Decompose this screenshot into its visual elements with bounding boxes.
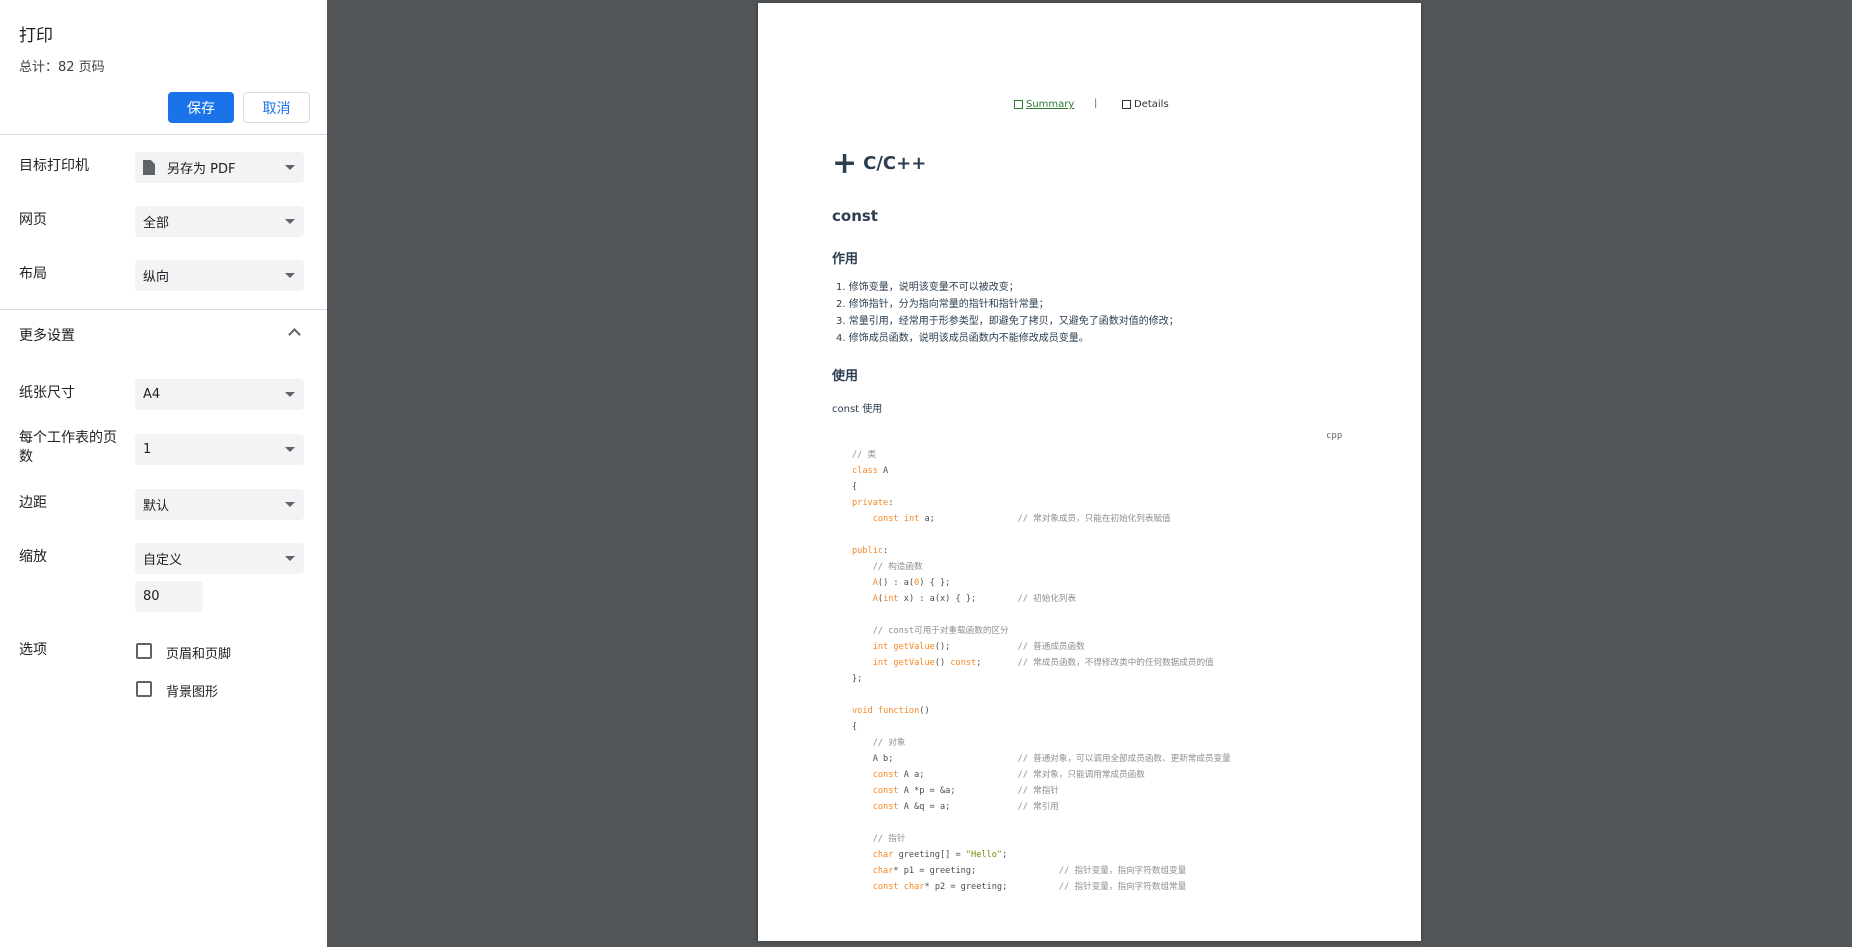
nav-separator: | — [1094, 98, 1098, 109]
code-line: }; — [852, 674, 863, 685]
chevron-down-icon — [285, 165, 295, 170]
chevron-down-icon — [285, 219, 295, 224]
pages-per-sheet-select[interactable]: 1 — [135, 434, 304, 465]
destination-label: 目标打印机 — [19, 158, 89, 174]
nav-details-label: Details — [1134, 99, 1169, 110]
dialog-title: 打印 — [19, 26, 53, 46]
margins-value: 默认 — [143, 499, 170, 514]
chevron-up-icon[interactable] — [288, 328, 301, 341]
open-book-icon — [1122, 100, 1131, 109]
options-label: 选项 — [19, 642, 47, 658]
print-settings-panel: 打印 总计：82 页码 保存 取消 目标打印机 另存为 PDF 网页 全部 布局… — [0, 0, 327, 947]
scale-select[interactable]: 自定义 — [135, 543, 304, 574]
headers-footers-checkbox[interactable] — [136, 643, 152, 659]
purpose-list: 1. 修饰变量，说明该变量不可以被改变； 2. 修饰指针，分为指向常量的指针和指针… — [836, 279, 1179, 347]
pages-value: 全部 — [143, 216, 170, 231]
doc-heading-2: const — [832, 207, 878, 225]
list-item: 2. 修饰指针，分为指向常量的指针和指针常量； — [836, 299, 1049, 310]
chevron-down-icon — [285, 447, 295, 452]
pages-label: 网页 — [19, 212, 47, 228]
book-icon — [1014, 100, 1023, 109]
code-line: const A &q = a; // 常引用 — [872, 802, 1059, 813]
layout-value: 纵向 — [143, 270, 170, 285]
divider — [0, 134, 327, 135]
code-line: char* p1 = greeting; // 指针变量，指向字符数组变量 — [872, 866, 1187, 877]
print-preview-page: Summary | Details + C/C++ const 作用 1. 修饰… — [758, 3, 1421, 941]
code-line: const A a; // 常对象，只能调用常成员函数 — [872, 770, 1145, 781]
code-line: A b; // 普通对象，可以调用全部成员函数、更新常成员变量 — [852, 754, 1231, 765]
code-line: public: — [852, 546, 889, 557]
pages-per-sheet-label: 每个工作表的页数 — [19, 430, 117, 465]
code-line: const A *p = &a; // 常指针 — [872, 786, 1059, 797]
nav-details-link[interactable]: Details — [1122, 99, 1169, 110]
code-line: class A — [852, 466, 889, 477]
paper-size-label: 纸张尺寸 — [19, 385, 75, 401]
code-line: // 指针 — [872, 834, 906, 845]
section-purpose-heading: 作用 — [832, 252, 859, 267]
code-line: private: — [852, 498, 894, 509]
chevron-down-icon — [285, 392, 295, 397]
code-line: { — [852, 722, 858, 733]
doc-heading-1-text: C/C++ — [863, 153, 927, 174]
divider — [0, 309, 327, 310]
pages-select[interactable]: 全部 — [135, 206, 304, 237]
layout-label: 布局 — [19, 266, 47, 282]
section-usage-heading: 使用 — [832, 369, 859, 384]
code-line: // 构造函数 — [872, 562, 923, 573]
code-line: { — [852, 482, 858, 493]
code-line: char greeting[] = "Hello"; — [872, 850, 1008, 861]
destination-select[interactable]: 另存为 PDF — [135, 152, 304, 183]
code-line: // const可用于对重载函数的区分 — [872, 626, 1009, 637]
margins-select[interactable]: 默认 — [135, 489, 304, 520]
chevron-down-icon — [285, 556, 295, 561]
more-settings-label[interactable]: 更多设置 — [19, 327, 75, 346]
paper-size-value: A4 — [143, 387, 161, 402]
code-line: int getValue() const; // 常成员函数，不得修改类中的任何… — [872, 658, 1214, 669]
chevron-down-icon — [285, 273, 295, 278]
scale-label: 缩放 — [19, 549, 47, 565]
usage-text: const 使用 — [832, 404, 883, 415]
pages-per-sheet-value: 1 — [143, 442, 152, 457]
save-button[interactable]: 保存 — [168, 92, 234, 123]
nav-summary-link[interactable]: Summary — [1014, 99, 1074, 110]
code-line: A(int x) : a(x) { }; // 初始化列表 — [872, 594, 1077, 605]
cancel-button[interactable]: 取消 — [243, 92, 310, 123]
code-line: int getValue(); // 普通成员函数 — [872, 642, 1085, 653]
margins-label: 边距 — [19, 495, 47, 511]
code-line: // 对象 — [872, 738, 906, 749]
chevron-down-icon — [285, 502, 295, 507]
list-item: 4. 修饰成员函数，说明该成员函数内不能修改成员变量。 — [836, 333, 1089, 344]
layout-select[interactable]: 纵向 — [135, 260, 304, 291]
code-line: const int a; // 常对象成员，只能在初始化列表赋值 — [872, 514, 1171, 525]
plus-icon: + — [832, 145, 858, 181]
page-count: 总计：82 页码 — [19, 60, 105, 75]
background-graphics-checkbox[interactable] — [136, 681, 152, 697]
code-line: const char* p2 = greeting; // 指针变量，指向字符数… — [872, 882, 1187, 893]
code-block: // 类 class A { private: const int a; // 常对象… — [852, 447, 1231, 895]
code-line: // 类 — [852, 450, 877, 460]
paper-size-select[interactable]: A4 — [135, 379, 304, 410]
destination-value: 另存为 PDF — [167, 162, 236, 177]
scale-input[interactable]: 80 — [135, 581, 203, 612]
file-icon — [143, 160, 155, 175]
code-line: A() : a(0) { }; — [872, 578, 951, 589]
nav-summary-label: Summary — [1026, 99, 1075, 110]
list-item: 3. 常量引用，经常用于形参类型，即避免了拷贝，又避免了函数对值的修改； — [836, 316, 1179, 327]
headers-footers-label[interactable]: 页眉和页脚 — [166, 643, 231, 662]
background-graphics-label[interactable]: 背景图形 — [166, 681, 218, 700]
list-item: 1. 修饰变量，说明该变量不可以被改变； — [836, 282, 1019, 293]
scale-value: 自定义 — [143, 553, 183, 568]
code-language-label: cpp — [1326, 431, 1343, 441]
code-line: void function() — [852, 706, 930, 717]
doc-heading-1: + C/C++ — [832, 145, 927, 181]
